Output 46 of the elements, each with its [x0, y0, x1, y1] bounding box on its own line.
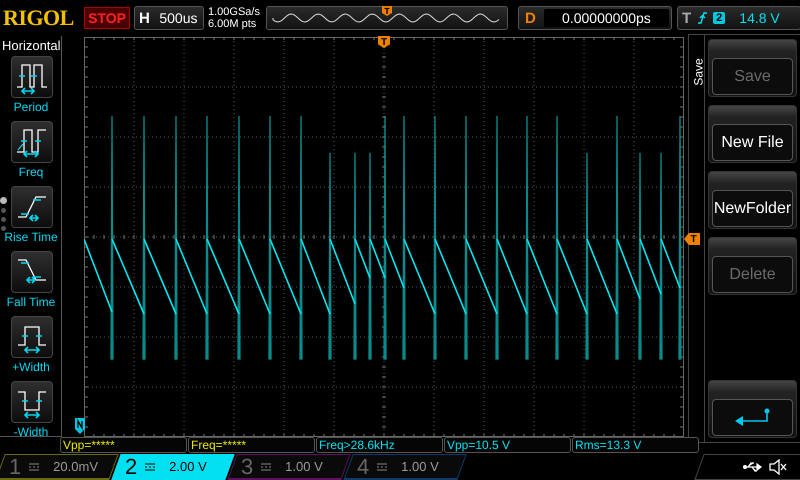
dc-coupling-icon [261, 462, 272, 470]
channel-tab[interactable]: 3 1.00 V [227, 454, 351, 480]
channel-ground-marker-icon [75, 418, 85, 434]
measurement-readout: Freq>28.6kHz [316, 437, 443, 453]
delay-field[interactable]: D 0.00000000ps [518, 6, 672, 30]
delay-label: D [524, 10, 537, 26]
timebase-value: 500us [158, 10, 198, 26]
measure-item[interactable]: +Width [0, 316, 62, 378]
measure-item[interactable]: Fall Time [0, 251, 62, 313]
menu-title: Horizontal [1, 37, 61, 53]
sample-rate: 1.00GSa/s [208, 6, 261, 18]
dc-coupling-icon [29, 462, 40, 470]
trigger-level: 14.8 V [739, 10, 780, 26]
dc-coupling-icon [377, 462, 388, 470]
measurement-readout: Vpp=10.5 V [444, 437, 571, 453]
brand-logo: RIGOL [3, 5, 75, 31]
trigger-level-marker: T [684, 233, 700, 245]
speaker-muted-icon [769, 459, 787, 475]
trigger-label: T [682, 10, 692, 26]
measurement-readout: Vpp=***** [60, 437, 187, 453]
trigger-position-marker: T [378, 36, 390, 48]
channel-tab[interactable]: 2 2.00 V [111, 454, 235, 480]
trigger-source: 2 [713, 12, 726, 24]
horizontal-label: H [138, 10, 151, 26]
measurement-readout: Freq=***** [188, 437, 315, 453]
usb-icon [743, 461, 763, 473]
run-stop-button[interactable]: STOP [84, 7, 130, 29]
measure-item[interactable]: Freq [0, 121, 62, 183]
menu-title: Save [692, 58, 706, 86]
measure-item[interactable]: -Width [0, 381, 62, 443]
rising-edge-icon [697, 11, 708, 25]
softkey-button[interactable]: NewFolder [708, 171, 797, 229]
trigger-position-icon [381, 5, 393, 17]
return-button[interactable] [708, 380, 797, 438]
softkey-button[interactable]: New File [708, 105, 797, 163]
memory-depth: 6.00M pts [208, 18, 258, 30]
measure-item[interactable]: Rise Time [0, 186, 62, 248]
timebase-field[interactable]: H 500us [134, 6, 204, 30]
channel-tab[interactable]: 4 1.00 V [343, 454, 467, 480]
measurement-readout: Rms=13.3 V [572, 437, 699, 453]
measure-item[interactable]: Period [0, 56, 62, 118]
dc-coupling-icon [145, 462, 156, 470]
delay-value: 0.00000000ps [544, 9, 669, 27]
channel-tab[interactable]: 1 20.0mV [0, 454, 119, 480]
return-arrow-icon [734, 408, 769, 426]
trigger-field[interactable]: T 2 14.8 V [677, 6, 800, 30]
